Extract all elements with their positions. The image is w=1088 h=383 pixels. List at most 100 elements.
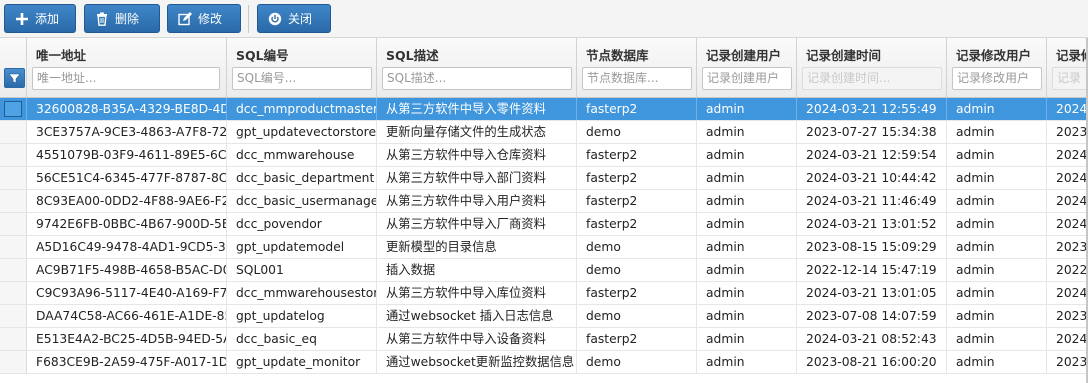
delete-button[interactable]: 删除 — [84, 4, 160, 33]
column-header-node-db[interactable]: 节点数据库 节点数据库... — [577, 38, 697, 98]
cell-create-user: admin — [697, 259, 797, 281]
table-row[interactable]: E513E4A2-BC25-4D5B-94ED-5A dcc_basic_eq 从第… — [0, 328, 1088, 351]
cell-node-db: fasterp2 — [577, 167, 697, 189]
row-selector[interactable] — [0, 305, 27, 327]
cell-modify-time: 2024 — [1056, 332, 1088, 346]
row-selector[interactable] — [0, 259, 27, 281]
row-selector[interactable] — [0, 98, 27, 120]
cell-sql-code: gpt_updatelog — [227, 305, 377, 327]
cell-modify-user: admin — [947, 167, 1047, 189]
cell-sql-desc: 从第三方软件中导入仓库资料 — [377, 144, 577, 166]
table-row[interactable]: F683CE9B-2A59-475F-A017-1D gpt_update_mon… — [0, 351, 1088, 374]
table-row[interactable]: 56CE51C4-6345-477F-8787-8C7 dcc_basic_dep… — [0, 167, 1088, 190]
cell-modify-time: 2023 — [1056, 355, 1088, 369]
cell-node-db: demo — [577, 351, 697, 373]
row-selector[interactable] — [0, 282, 27, 304]
table-row[interactable]: A5D16C49-9478-4AD1-9CD5-3D gpt_updatemode… — [0, 236, 1088, 259]
cell-create-user: admin — [697, 282, 797, 304]
table-row[interactable]: 9742E6FB-0BBC-4B67-900D-5E dcc_povendor 从第… — [0, 213, 1088, 236]
table-row[interactable]: 3CE3757A-9CE3-4863-A7F8-72 gpt_updatevect… — [0, 121, 1088, 144]
cell-sql-desc: 从第三方软件中导入库位资料 — [377, 282, 577, 304]
cell-unique-address: A5D16C49-9478-4AD1-9CD5-3D — [27, 236, 227, 258]
cell-unique-address: E513E4A2-BC25-4D5B-94ED-5A — [27, 328, 227, 350]
cell-create-time: 2022-12-14 15:47:19 — [797, 259, 947, 281]
filter-input-modify-user[interactable]: 记录修改用户 — [952, 67, 1042, 90]
cell-unique-address: AC9B71F5-498B-4658-B5AC-D0 — [27, 259, 227, 281]
row-selector[interactable] — [0, 328, 27, 350]
table-row[interactable]: AC9B71F5-498B-4658-B5AC-D0 SQL001 插入数据 demo… — [0, 259, 1088, 282]
data-grid: 唯一地址 唯一地址... SQL编号 SQL编号... SQL描述 SQL描述.… — [0, 38, 1088, 383]
cell-sql-desc: 插入数据 — [377, 259, 577, 281]
column-header-modify-time[interactable]: 记录修 记录 — [1047, 38, 1088, 98]
close-button-label: 关闭 — [288, 12, 313, 26]
cell-create-user: admin — [697, 305, 797, 327]
edit-button[interactable]: 修改 — [167, 4, 241, 33]
column-header-create-user[interactable]: 记录创建用户 记录创建用户 — [697, 38, 797, 98]
cell-unique-address: 4551079B-03F9-4611-89E5-6C1 — [27, 144, 227, 166]
cell-modify-time: 2024 — [1056, 148, 1088, 162]
filter-input-sql-desc[interactable]: SQL描述... — [382, 67, 572, 90]
row-selector[interactable] — [0, 351, 27, 373]
filter-input-unique-address[interactable]: 唯一地址... — [32, 67, 220, 90]
cell-modify-time: 2024 — [1056, 194, 1088, 208]
cell-sql-code: dcc_basic_department — [227, 167, 377, 189]
toolbar-separator — [248, 5, 249, 33]
cell-node-db: fasterp2 — [577, 144, 697, 166]
plus-icon — [14, 11, 30, 27]
cell-create-time: 2024-03-21 11:46:49 — [797, 190, 947, 212]
table-row[interactable]: 32600828-B35A-4329-BE8D-4DA dcc_mmproduct… — [0, 98, 1088, 121]
add-button-label: 添加 — [35, 12, 60, 26]
column-header-create-time[interactable]: 记录创建时间 记录创建时间... — [797, 38, 947, 98]
close-button[interactable]: 关闭 — [257, 4, 331, 33]
cell-unique-address: 8C93EA00-0DD2-4F88-9AE6-F2 — [27, 190, 227, 212]
cell-sql-desc: 从第三方软件中导入部门资料 — [377, 167, 577, 189]
cell-modify-time: 2022 — [1056, 263, 1088, 277]
column-header-sql-desc[interactable]: SQL描述 SQL描述... — [377, 38, 577, 98]
cell-create-user: admin — [697, 144, 797, 166]
cell-unique-address: 56CE51C4-6345-477F-8787-8C7 — [27, 167, 227, 189]
cell-create-time: 2024-03-21 13:01:52 — [797, 213, 947, 235]
table-row[interactable]: 8C93EA00-0DD2-4F88-9AE6-F2 dcc_basic_user… — [0, 190, 1088, 213]
filter-input-node-db[interactable]: 节点数据库... — [582, 67, 692, 90]
table-row[interactable]: DAA74C58-AC66-461E-A1DE-85 gpt_updatelog 通… — [0, 305, 1088, 328]
column-header-modify-user[interactable]: 记录修改用户 记录修改用户 — [947, 38, 1047, 98]
row-selector[interactable] — [0, 190, 27, 212]
cell-create-user: admin — [697, 167, 797, 189]
cell-unique-address: DAA74C58-AC66-461E-A1DE-85 — [27, 305, 227, 327]
row-selector[interactable] — [0, 144, 27, 166]
cell-node-db: fasterp2 — [577, 328, 697, 350]
table-row[interactable]: 4551079B-03F9-4611-89E5-6C1 dcc_mmwarehou… — [0, 144, 1088, 167]
cell-create-time: 2023-07-08 14:07:59 — [797, 305, 947, 327]
cell-node-db: fasterp2 — [577, 190, 697, 212]
filter-menu-button[interactable] — [4, 68, 25, 88]
cell-modify-time: 2024 — [1056, 102, 1088, 116]
cell-create-time: 2023-07-27 15:34:38 — [797, 121, 947, 143]
cell-sql-desc: 从第三方软件中导入厂商资料 — [377, 213, 577, 235]
filter-input-create-user[interactable]: 记录创建用户 — [702, 67, 792, 90]
row-selector[interactable] — [0, 213, 27, 235]
cell-sql-desc: 更新向量存储文件的生成状态 — [377, 121, 577, 143]
cell-modify-user: admin — [947, 236, 1047, 258]
row-selector[interactable] — [0, 167, 27, 189]
cell-unique-address: 9742E6FB-0BBC-4B67-900D-5E — [27, 213, 227, 235]
row-selector[interactable] — [0, 121, 27, 143]
column-header-sql-code[interactable]: SQL编号 SQL编号... — [227, 38, 377, 98]
filter-input-sql-code[interactable]: SQL编号... — [232, 67, 372, 90]
cell-modify-time: 2023 — [1056, 309, 1088, 323]
cell-unique-address: F683CE9B-2A59-475F-A017-1D — [27, 351, 227, 373]
row-selected-checkbox[interactable] — [4, 101, 22, 117]
column-title: 记录创建时间 — [806, 48, 882, 63]
cell-create-user: admin — [697, 98, 797, 120]
cell-unique-address: 3CE3757A-9CE3-4863-A7F8-72 — [27, 121, 227, 143]
row-selector[interactable] — [0, 236, 27, 258]
table-row[interactable]: C9C93A96-5117-4E40-A169-F79 dcc_mmwarehou… — [0, 282, 1088, 305]
filter-input-modify-time[interactable]: 记录 — [1052, 67, 1088, 90]
column-title: 记录创建用户 — [706, 48, 782, 63]
cell-sql-desc: 从第三方软件中导入设备资料 — [377, 328, 577, 350]
grid-header: 唯一地址 唯一地址... SQL编号 SQL编号... SQL描述 SQL描述.… — [0, 38, 1088, 98]
column-header-unique-address[interactable]: 唯一地址 唯一地址... — [27, 38, 227, 98]
filter-input-create-time[interactable]: 记录创建时间... — [802, 67, 942, 90]
add-button[interactable]: 添加 — [4, 4, 76, 33]
cell-unique-address: C9C93A96-5117-4E40-A169-F79 — [27, 282, 227, 304]
cell-modify-user: admin — [947, 144, 1047, 166]
